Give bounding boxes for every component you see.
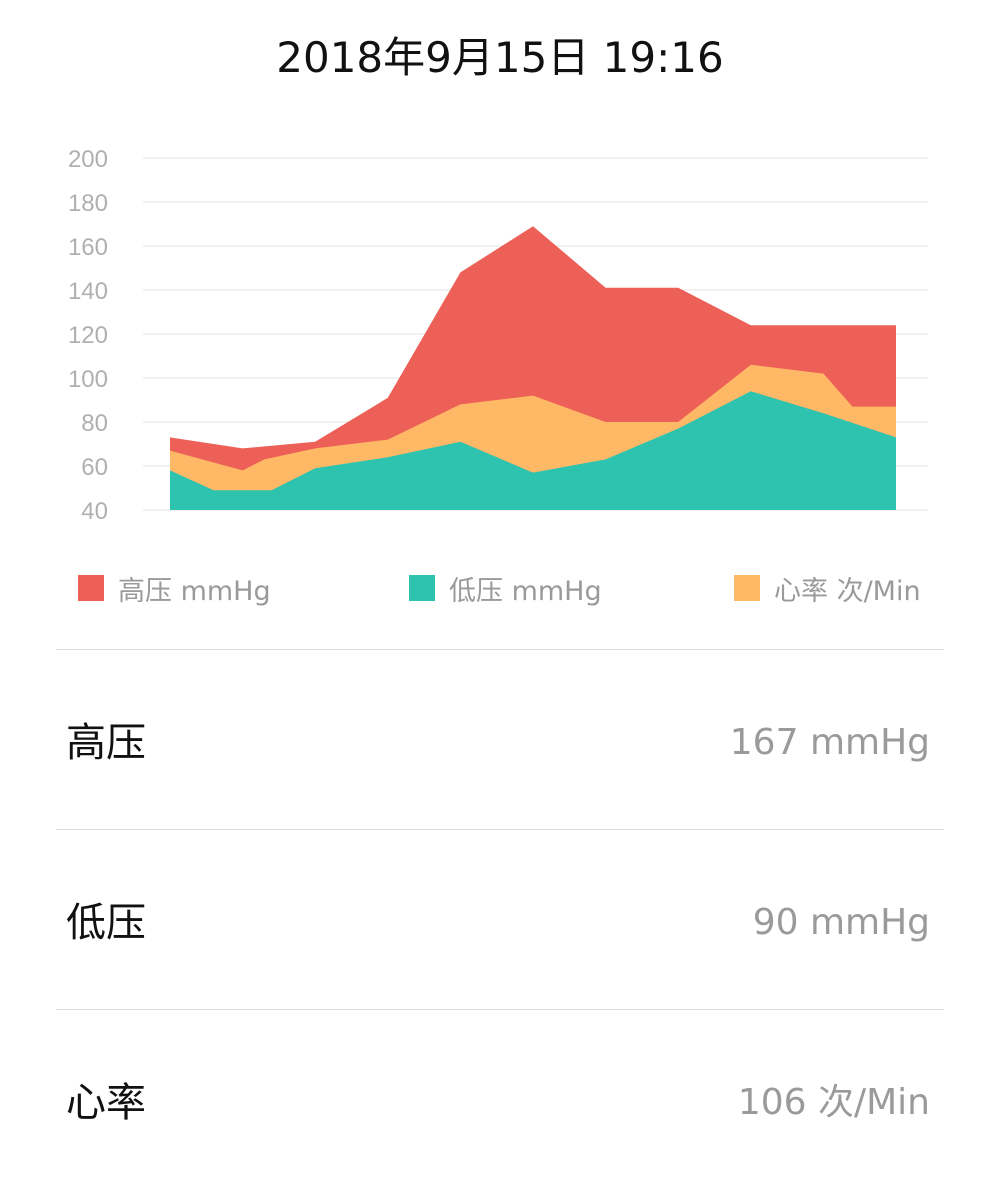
- legend-swatch-diastolic: [409, 575, 435, 601]
- stat-value-diastolic: 90 mmHg: [752, 902, 930, 943]
- y-tick-label: 40: [81, 498, 108, 525]
- chart-areas: [170, 226, 896, 510]
- legend-swatch-systolic: [78, 575, 104, 601]
- stat-value-systolic: 167 mmHg: [729, 722, 930, 763]
- area-chart: 200 180 160 140 120 100 80 60 40: [68, 146, 928, 525]
- y-tick-label: 140: [68, 278, 108, 305]
- y-tick-label: 100: [68, 366, 108, 393]
- legend-label-systolic: 高压 mmHg: [118, 575, 271, 607]
- chart-legend: 高压 mmHg 低压 mmHg 心率 次/Min: [0, 560, 1000, 610]
- y-tick-label: 80: [81, 410, 108, 437]
- y-tick-label: 60: [81, 454, 108, 481]
- y-tick-label: 180: [68, 190, 108, 217]
- stat-row-heart-rate: 心率 106 次/Min: [56, 1010, 944, 1190]
- stat-row-diastolic: 低压 90 mmHg: [56, 830, 944, 1010]
- stat-label-systolic: 高压: [66, 720, 146, 766]
- legend-swatch-heart-rate: [734, 575, 760, 601]
- stat-value-heart-rate: 106 次/Min: [737, 1082, 930, 1123]
- stat-row-systolic: 高压 167 mmHg: [56, 650, 944, 830]
- stat-label-heart-rate: 心率: [66, 1080, 146, 1126]
- y-axis-ticks: 200 180 160 140 120 100 80 60 40: [68, 146, 108, 525]
- legend-label-heart-rate: 心率 次/Min: [774, 575, 921, 607]
- y-tick-label: 200: [68, 146, 108, 173]
- page-title: 2018年9月15日 19:16: [276, 33, 724, 82]
- stat-label-diastolic: 低压: [66, 900, 146, 946]
- legend-label-diastolic: 低压 mmHg: [449, 575, 602, 607]
- legend-item-heart-rate[interactable]: 心率 次/Min: [734, 568, 921, 608]
- legend-item-diastolic[interactable]: 低压 mmHg: [409, 568, 602, 608]
- y-tick-label: 160: [68, 234, 108, 261]
- legend-item-systolic[interactable]: 高压 mmHg: [78, 568, 271, 608]
- y-tick-label: 120: [68, 322, 108, 349]
